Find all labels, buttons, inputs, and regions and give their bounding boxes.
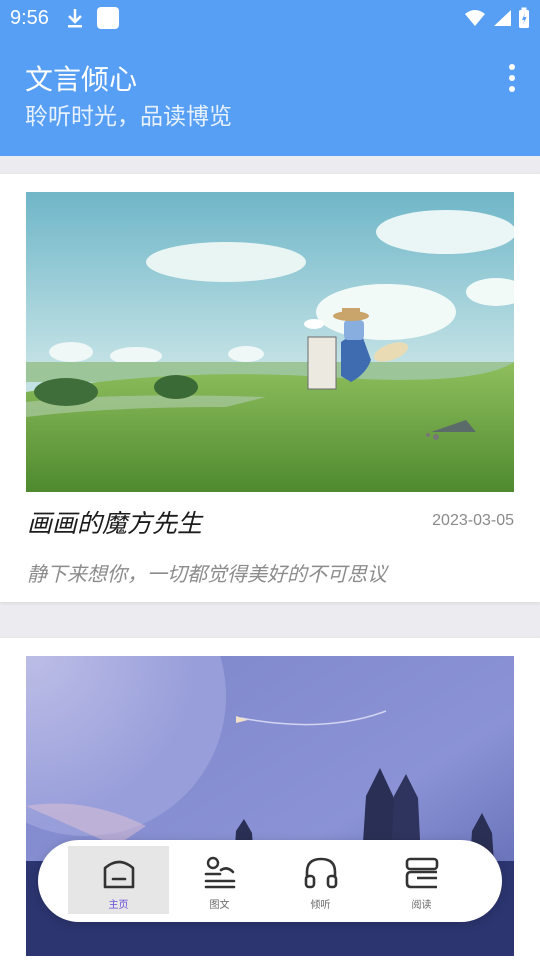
nav-label-listen: 倾听 xyxy=(310,900,331,911)
page-title: 文言倾心 xyxy=(25,63,138,96)
status-bar: 9:56 xyxy=(0,0,540,36)
nav-item-image-text[interactable]: 图文 xyxy=(169,846,270,914)
nav-item-listen[interactable]: 倾听 xyxy=(270,846,371,914)
article-date: 2023-03-05 xyxy=(432,512,514,529)
article-description: 静下来想你，一切都觉得美好的不可思议 xyxy=(27,562,387,586)
download-icon xyxy=(65,7,85,29)
notification-icon xyxy=(96,7,119,29)
status-time: 9:56 xyxy=(10,6,49,29)
article-card[interactable]: 画画的魔方先生 2023-03-05 静下来想你，一切都觉得美好的不可思议 xyxy=(0,174,540,602)
nav-label-read: 阅读 xyxy=(411,900,432,911)
nav-label-image-text: 图文 xyxy=(209,900,230,911)
battery-icon xyxy=(519,7,529,28)
bottom-navigation: 主页 图文 倾听 阅读 xyxy=(38,840,502,922)
app-bar: 9:56 文言倾心 聆听时光，品读博览 xyxy=(0,0,540,156)
article-title: 画画的魔方先生 xyxy=(27,509,203,538)
signal-icon xyxy=(494,10,511,26)
more-vert-icon[interactable] xyxy=(504,62,520,94)
book-icon xyxy=(405,857,438,889)
article-cover-image xyxy=(26,192,514,492)
home-icon xyxy=(103,860,134,889)
status-icons xyxy=(464,7,530,29)
nav-item-read[interactable]: 阅读 xyxy=(371,846,472,914)
nav-item-home[interactable]: 主页 xyxy=(68,846,169,914)
wifi-icon xyxy=(465,10,485,26)
headphones-icon xyxy=(304,857,337,889)
image-text-icon xyxy=(204,856,235,889)
nav-label-home: 主页 xyxy=(108,900,129,911)
page-subtitle: 聆听时光，品读博览 xyxy=(25,104,232,130)
